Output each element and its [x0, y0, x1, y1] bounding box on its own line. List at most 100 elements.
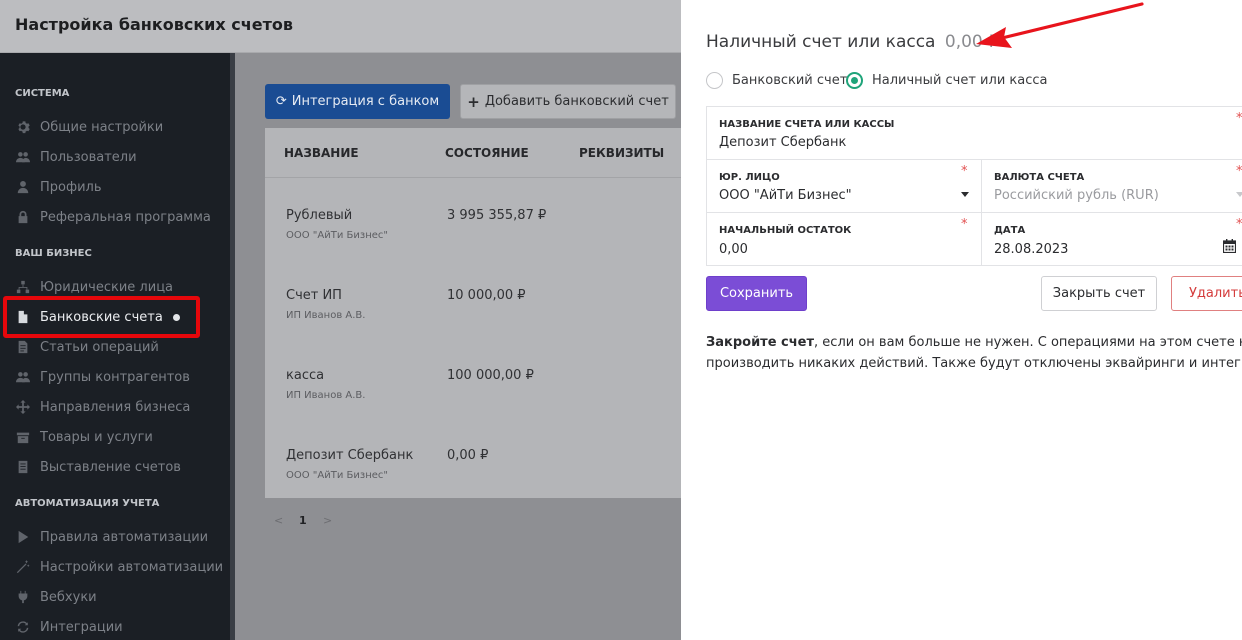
sidebar-section-automation: АВТОМАТИЗАЦИЯ УЧЕТА	[15, 498, 160, 509]
table-row[interactable]: касса ИП Иванов А.В. 100 000,00 ₽	[265, 346, 681, 426]
radio-bank-account[interactable]: Банковский счет	[706, 71, 847, 89]
page-title: Настройка банковских счетов	[15, 15, 293, 34]
row-account-state: 100 000,00 ₽	[447, 368, 534, 383]
account-name-input[interactable]: Депозит Сбербанк	[719, 135, 846, 150]
sidebar-item-label: Интеграции	[40, 619, 123, 635]
pagination-next[interactable]: >	[323, 514, 332, 527]
sidebar-item-label: Реферальная программа	[40, 209, 211, 225]
magic-wand-icon	[15, 559, 31, 575]
sidebar-item-automation-settings[interactable]: Настройки автоматизации	[15, 556, 223, 578]
table-row[interactable]: Счет ИП ИП Иванов А.В. 10 000,00 ₽	[265, 266, 681, 346]
date-field[interactable]: Дата 28.08.2023 *	[982, 213, 1242, 266]
document-icon	[15, 339, 31, 355]
required-mark: *	[961, 164, 968, 179]
row-account-owner: ООО "АйТи Бизнес"	[286, 230, 388, 241]
sidebar-item-counterparty-groups[interactable]: Группы контрагентов	[15, 366, 190, 388]
radio-circle	[706, 71, 723, 89]
sidebar-item-legal-entities[interactable]: Юридические лица	[15, 276, 173, 298]
row-account-name: Депозит Сбербанк	[286, 448, 414, 463]
field-label: Начальный остаток	[719, 225, 852, 236]
sidebar-item-label: Вебхуки	[40, 589, 97, 605]
currency-select[interactable]: Валюта счета Российский рубль (RUR) *	[982, 160, 1242, 212]
help-line-1-rest: , если он вам больше не нужен. С операци…	[814, 335, 1242, 350]
annotation-highlight-box	[3, 296, 200, 338]
pagination-prev[interactable]: <	[274, 514, 283, 527]
sidebar-section-business: ВАШ БИЗНЕС	[15, 248, 92, 259]
sidebar-item-referral[interactable]: Реферальная программа	[15, 206, 211, 228]
help-bold: Закройте счет	[706, 335, 815, 350]
add-bank-account-label: Добавить банковский счет	[484, 94, 669, 109]
row-account-owner: ИП Иванов А.В.	[286, 310, 366, 321]
play-icon	[15, 529, 31, 545]
refresh-icon	[15, 619, 31, 635]
sidebar-item-webhooks[interactable]: Вебхуки	[15, 586, 97, 608]
bank-integration-button[interactable]: ⟳ Интеграция с банком	[265, 84, 450, 119]
help-line-1: Закройте счет, если он вам больше не нуж…	[706, 332, 1242, 353]
invoice-icon	[15, 459, 31, 475]
legal-entity-value: ООО "АйТи Бизнес"	[719, 188, 852, 203]
box-icon	[15, 429, 31, 445]
table-row[interactable]: Рублевый ООО "АйТи Бизнес" 3 995 355,87 …	[265, 186, 681, 266]
column-header-state[interactable]: СОСТОЯНИЕ	[445, 146, 529, 160]
sidebar-item-business-directions[interactable]: Направления бизнеса	[15, 396, 190, 418]
radio-cash-account[interactable]: Наличный счет или касса	[846, 71, 1047, 89]
row-account-state: 0,00 ₽	[447, 448, 489, 463]
required-mark: *	[961, 217, 968, 232]
arrows-icon	[15, 399, 31, 415]
sidebar-item-users[interactable]: Пользователи	[15, 146, 137, 168]
column-header-details[interactable]: РЕКВИЗИТЫ	[579, 146, 664, 160]
row-account-state: 3 995 355,87 ₽	[447, 208, 547, 223]
sidebar-item-operation-categories[interactable]: Статьи операций	[15, 336, 159, 358]
legal-entity-select[interactable]: Юр. лицо ООО "АйТи Бизнес" *	[707, 160, 981, 212]
field-label: Валюта счета	[994, 172, 1085, 183]
sidebar-item-integrations[interactable]: Интеграции	[15, 616, 123, 638]
sidebar-section-system: СИСТЕМА	[15, 88, 70, 99]
app-header: Настройка банковских счетов	[0, 0, 681, 53]
gear-icon	[15, 119, 31, 135]
column-header-name[interactable]: НАЗВАНИЕ	[284, 146, 359, 160]
save-button[interactable]: Сохранить	[706, 276, 807, 311]
sidebar-item-general-settings[interactable]: Общие настройки	[15, 116, 163, 138]
table-row[interactable]: Депозит Сбербанк ООО "АйТи Бизнес" 0,00 …	[265, 426, 681, 506]
sidebar-item-label: Общие настройки	[40, 119, 164, 135]
account-edit-panel: Наличный счет или касса 0,00 ₽ Банковски…	[681, 0, 1242, 640]
lock-icon	[15, 209, 31, 225]
field-label: Название счета или кассы	[719, 119, 895, 130]
sidebar-item-goods-services[interactable]: Товары и услуги	[15, 426, 153, 448]
refresh-icon: ⟳	[275, 94, 287, 109]
required-mark: *	[1236, 111, 1242, 126]
sidebar-item-label: Пользователи	[40, 149, 137, 165]
calendar-icon[interactable]	[1223, 239, 1236, 253]
sidebar-item-label: Выставление счетов	[40, 459, 181, 475]
sidebar-item-label: Правила автоматизации	[40, 529, 209, 545]
bank-integration-label: Интеграция с банком	[291, 94, 440, 109]
sidebar-item-label: Группы контрагентов	[40, 369, 190, 385]
panel-title-text: Наличный счет или касса	[706, 32, 936, 52]
account-form: Название счета или кассы Депозит Сбербан…	[706, 106, 1242, 266]
required-mark: *	[1236, 217, 1242, 232]
sidebar-item-label: Статьи операций	[40, 339, 159, 355]
sidebar-item-label: Настройки автоматизации	[40, 559, 224, 575]
users-icon	[15, 149, 31, 165]
account-name-field[interactable]: Название счета или кассы Депозит Сбербан…	[707, 107, 1242, 159]
row-account-name: Счет ИП	[286, 288, 342, 303]
help-line-2: производить никаких действий. Также буду…	[706, 356, 1242, 371]
initial-balance-field[interactable]: Начальный остаток 0,00 *	[707, 213, 981, 266]
sidebar-item-automation-rules[interactable]: Правила автоматизации	[15, 526, 208, 548]
panel-title: Наличный счет или касса 0,00 ₽	[706, 32, 999, 52]
close-account-button[interactable]: Закрыть счет	[1041, 276, 1157, 311]
delete-button[interactable]: Удалить	[1171, 276, 1242, 311]
row-account-name: касса	[286, 368, 325, 383]
sidebar-item-label: Профиль	[40, 179, 102, 195]
field-label: Дата	[994, 225, 1026, 236]
pagination-page-1[interactable]: 1	[299, 514, 307, 527]
users-icon	[15, 369, 31, 385]
sidebar-item-invoicing[interactable]: Выставление счетов	[15, 456, 181, 478]
sidebar-item-profile[interactable]: Профиль	[15, 176, 102, 198]
add-bank-account-button[interactable]: + Добавить банковский счет	[460, 84, 676, 119]
initial-balance-input[interactable]: 0,00	[719, 242, 748, 257]
panel-title-amount: 0,00 ₽	[944, 32, 999, 52]
sidebar-item-label: Направления бизнеса	[40, 399, 191, 415]
sitemap-icon	[15, 279, 31, 295]
date-input[interactable]: 28.08.2023	[994, 242, 1068, 257]
